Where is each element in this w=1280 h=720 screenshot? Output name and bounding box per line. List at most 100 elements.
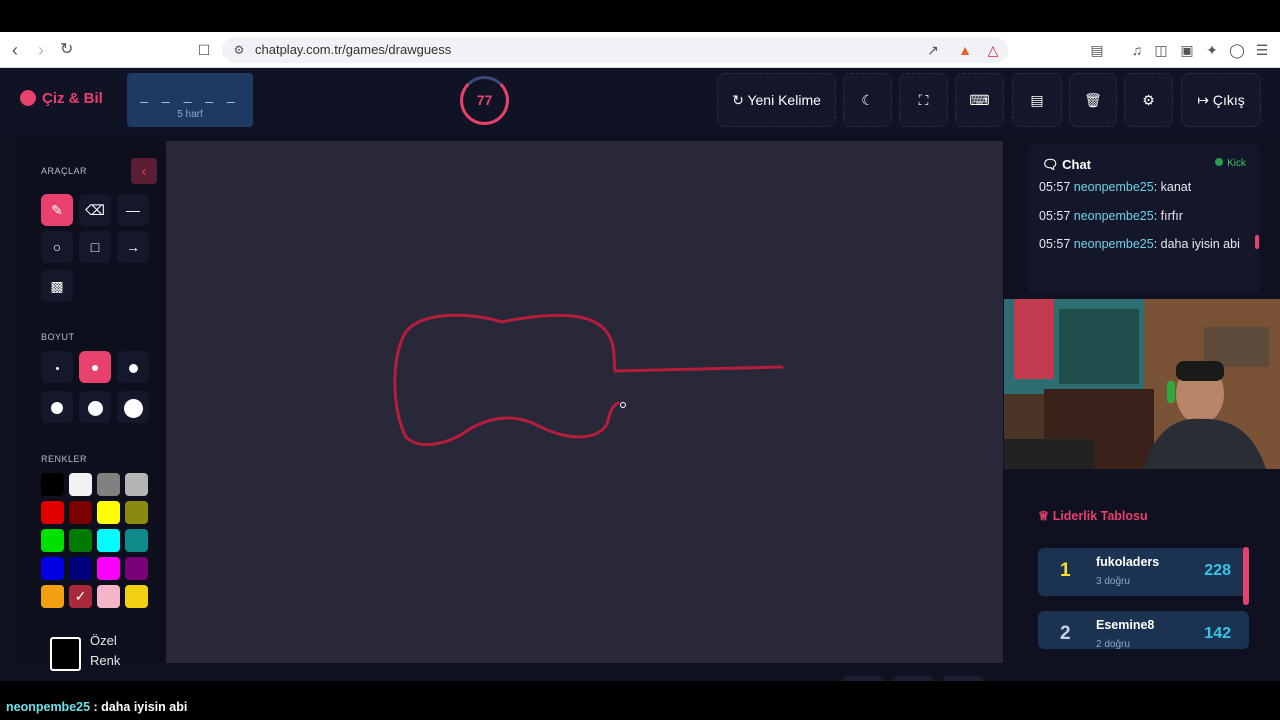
size-dot [51, 402, 63, 415]
size-4-button[interactable] [41, 391, 73, 423]
address-bar[interactable]: ⚙ chatplay.com.tr/games/drawguess ↗ ▲ △ [222, 37, 1008, 63]
rewards-icon[interactable]: △ [984, 41, 1002, 59]
size-2-button[interactable] [79, 351, 111, 383]
game-app: Çiz & Bil _ _ _ _ _ 5 harf 77 ↻ Yeni Kel… [0, 68, 1280, 718]
palette-icon [20, 90, 36, 106]
chat-bubbles-icon: 🗨 [1042, 157, 1063, 172]
word-blanks: _ _ _ _ _ [140, 87, 240, 103]
webcam-image [1004, 299, 1280, 469]
color-swatch[interactable] [41, 529, 64, 552]
share-icon[interactable]: ↗ [924, 41, 942, 59]
reader-icon[interactable]: ▤ [1088, 41, 1106, 59]
guitar-stroke [393, 313, 784, 446]
brush-tool[interactable]: ✎ [41, 194, 73, 226]
menu-icon[interactable]: ☰ [1253, 41, 1271, 59]
eraser-tool[interactable]: ⌫ [79, 194, 111, 226]
url-text: chatplay.com.tr/games/drawguess [255, 42, 452, 57]
color-swatch[interactable] [97, 529, 120, 552]
keyboard-button[interactable]: ⌨ [955, 73, 1004, 127]
color-swatch[interactable] [125, 529, 148, 552]
fullscreen-button[interactable]: ⛶ [899, 73, 948, 127]
color-swatch[interactable] [125, 501, 148, 524]
collapse-panel-button[interactable]: ‹ [131, 158, 157, 184]
chevron-left-icon: ‹ [141, 163, 147, 179]
rectangle-tool[interactable]: □ [79, 231, 111, 263]
leaderboard-title: ♕ Liderlik Tablosu [1038, 508, 1258, 523]
bookmark-icon[interactable]: ☐ [195, 41, 213, 59]
colors-heading: RENKLER [41, 454, 88, 464]
message-user[interactable]: neonpembe25 [1074, 209, 1154, 223]
vpn-icon[interactable]: ◯ [1228, 41, 1246, 59]
color-swatch[interactable]: ✓ [69, 585, 92, 608]
color-swatch[interactable] [41, 557, 64, 580]
stream-ticker: neonpembe25 : daha iyisin abi [0, 681, 1280, 720]
color-swatch[interactable] [125, 585, 148, 608]
new-word-label: Yeni Kelime [747, 92, 821, 108]
settings-button[interactable]: ⚙ [1124, 73, 1173, 127]
message-user[interactable]: neonpembe25 [1074, 237, 1154, 251]
leo-icon[interactable]: ✦ [1203, 41, 1221, 59]
rank: 1 [1060, 560, 1071, 581]
chat-panel: 🗨 Chat Kick 05:57 neonpembe25: kanat 05:… [1028, 145, 1260, 293]
size-3-button[interactable] [117, 351, 149, 383]
sidebar-icon[interactable]: ◫ [1152, 41, 1170, 59]
drawing-strokes [393, 313, 784, 446]
color-swatch[interactable] [69, 501, 92, 524]
tools-panel: ARAÇLAR ‹ ✎ ⌫ — ○ □ → ▩ BOYUT RENKLER ✓ … [16, 141, 166, 671]
reload-icon[interactable]: ↻ [60, 40, 73, 60]
browser-toolbar: ‹ › ↻ ☐ ⚙ chatplay.com.tr/games/drawgues… [0, 32, 1280, 68]
media-icon[interactable]: ♫ [1128, 41, 1146, 59]
chat-scrollbar[interactable] [1255, 235, 1259, 249]
app-logo[interactable]: Çiz & Bil [20, 90, 103, 107]
leaderboard-row[interactable]: 2 Esemine8 2 doğru 142 [1038, 611, 1249, 649]
archive-button[interactable]: ▤ [1012, 73, 1062, 127]
color-swatch[interactable] [41, 473, 64, 496]
round-timer: 77 [460, 76, 509, 125]
arrow-tool[interactable]: → [117, 231, 149, 263]
custom-color-swatch[interactable] [50, 637, 81, 671]
back-icon[interactable]: ‹ [12, 40, 18, 60]
chat-message: 05:57 neonpembe25: daha iyisin abi [1039, 234, 1244, 254]
color-swatch[interactable] [97, 473, 120, 496]
site-settings-icon[interactable]: ⚙ [230, 41, 248, 59]
keyboard-icon: ⌨ [969, 92, 990, 108]
circle-tool[interactable]: ○ [41, 231, 73, 263]
size-dot [55, 366, 59, 370]
brave-shield-icon[interactable]: ▲ [956, 41, 974, 59]
wallet-icon[interactable]: ▣ [1178, 41, 1196, 59]
color-swatch[interactable] [41, 501, 64, 524]
leaderboard-row[interactable]: 1 fukoladers 3 doğru 228 [1038, 548, 1249, 596]
rank: 2 [1060, 623, 1071, 644]
size-6-button[interactable] [117, 391, 149, 423]
leaderboard-scrollbar[interactable] [1243, 547, 1249, 605]
game-header: Çiz & Bil _ _ _ _ _ 5 harf 77 ↻ Yeni Kel… [0, 68, 1280, 132]
fill-tool[interactable]: ▩ [41, 270, 73, 302]
dark-mode-button[interactable]: ☾ [843, 73, 892, 127]
color-swatch[interactable] [97, 557, 120, 580]
color-swatch[interactable] [41, 585, 64, 608]
line-icon: — [126, 202, 140, 218]
color-swatch[interactable] [125, 473, 148, 496]
color-swatch[interactable] [97, 585, 120, 608]
webcam-overlay [1004, 299, 1280, 469]
size-heading: BOYUT [41, 332, 75, 342]
color-swatch[interactable] [69, 557, 92, 580]
forward-icon[interactable]: › [38, 40, 44, 60]
color-swatch[interactable] [69, 473, 92, 496]
color-swatch[interactable] [69, 529, 92, 552]
color-swatch[interactable] [97, 501, 120, 524]
message-time: 05:57 [1039, 180, 1071, 194]
player-correct: 3 doğru [1096, 576, 1130, 587]
drawing-canvas[interactable]: ↶ ↷ 🗑 [166, 141, 1003, 718]
brush-icon: ✎ [51, 202, 63, 218]
gear-icon: ⚙ [1142, 92, 1155, 108]
exit-button[interactable]: ↦ Çıkış [1181, 73, 1261, 127]
new-word-button[interactable]: ↻ Yeni Kelime [717, 73, 836, 127]
line-tool[interactable]: — [117, 194, 149, 226]
clear-button[interactable]: 🗑 [1069, 73, 1117, 127]
message-user[interactable]: neonpembe25 [1074, 180, 1154, 194]
ticker-text: : daha iyisin abi [90, 700, 188, 714]
size-1-button[interactable] [41, 351, 73, 383]
color-swatch[interactable] [125, 557, 148, 580]
size-5-button[interactable] [79, 391, 111, 423]
